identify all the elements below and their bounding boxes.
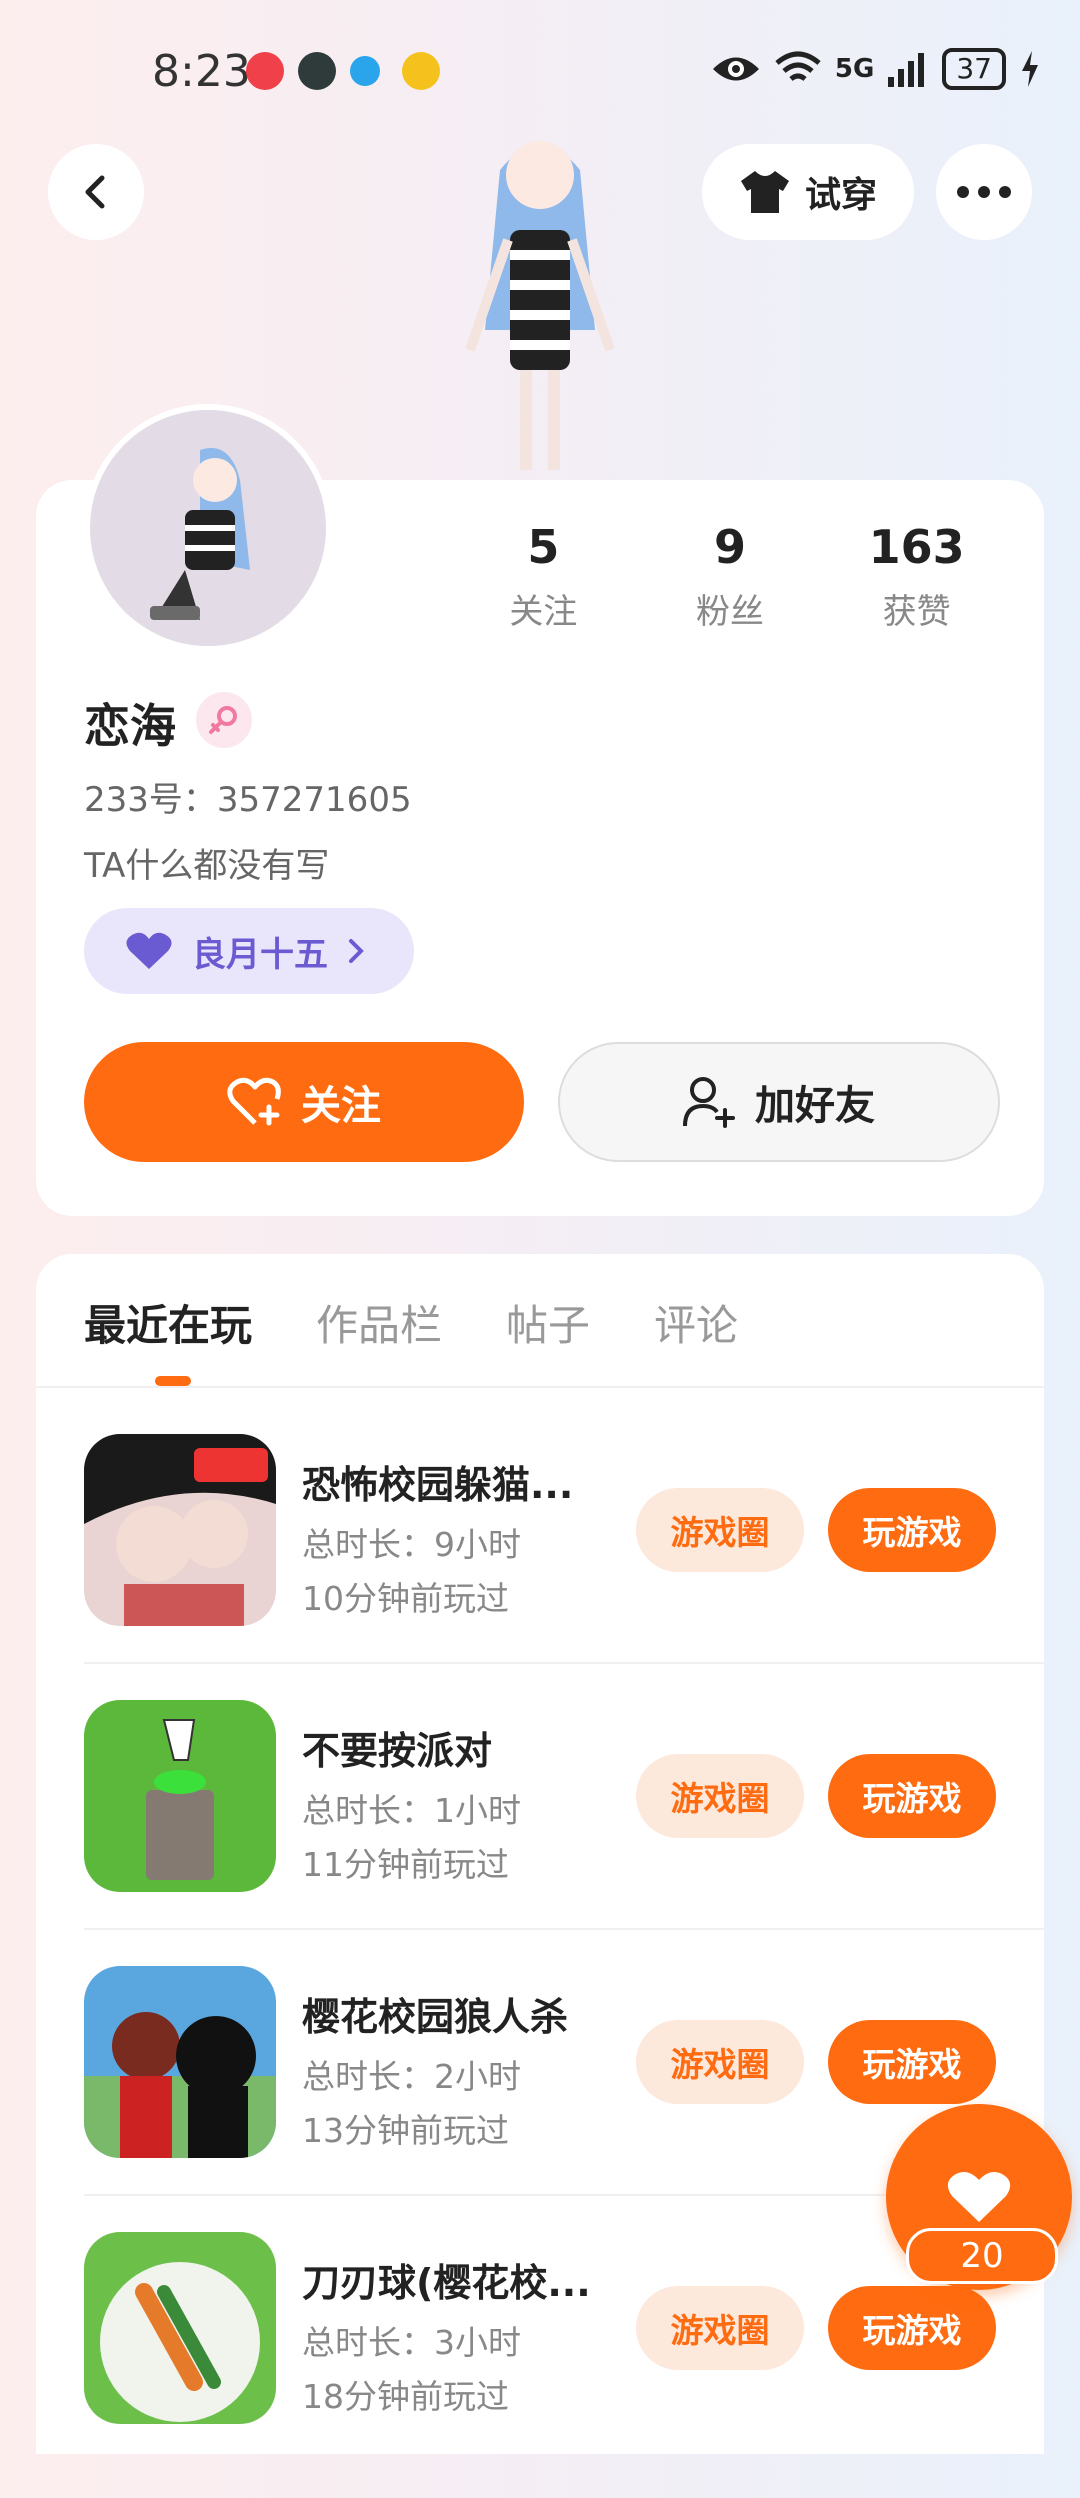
game-title: 不要按派对: [302, 1729, 493, 1773]
game-row[interactable]: 不要按派对 总时长：1小时 11分钟前玩过 游戏圈 玩游戏: [84, 1700, 1044, 1966]
like-count-badge: 20: [906, 2228, 1058, 2284]
tab-comments[interactable]: 评论: [654, 1292, 738, 1353]
game-title: 恐怖校园躲猫...: [302, 1463, 574, 1507]
female-icon: [196, 692, 252, 748]
profile-bio: TA什么都没有写: [84, 846, 330, 886]
game-last-played: 10分钟前玩过: [302, 1579, 509, 1618]
try-on-button[interactable]: 试穿: [702, 144, 914, 240]
heart-icon: [126, 932, 172, 969]
tab-indicator: [155, 1376, 191, 1386]
stat-following[interactable]: 5 关注: [450, 520, 637, 633]
add-friend-button[interactable]: 加好友: [558, 1042, 1000, 1162]
stat-value: 9: [714, 520, 747, 574]
play-game-button[interactable]: 玩游戏: [828, 1754, 996, 1838]
profile-name: 恋海: [84, 699, 176, 753]
stat-value: 163: [868, 520, 965, 574]
game-row[interactable]: 刀刃球(樱花校... 总时长：3小时 18分钟前玩过 游戏圈 玩游戏: [84, 2232, 1044, 2498]
divider: [84, 1662, 1044, 1664]
notification-app-icon: [350, 56, 380, 86]
shirt-icon: [740, 171, 789, 213]
game-circle-button[interactable]: 游戏圈: [636, 2286, 804, 2370]
play-game-button[interactable]: 玩游戏: [828, 1488, 996, 1572]
play-game-button[interactable]: 玩游戏: [828, 2286, 996, 2370]
game-title: 樱花校园狼人杀: [302, 1995, 569, 2039]
back-button[interactable]: [48, 144, 144, 240]
game-last-played: 18分钟前玩过: [302, 2377, 509, 2416]
avatar-3d-figure: [430, 130, 650, 480]
stat-followers[interactable]: 9 粉丝: [637, 520, 824, 633]
status-bar: 8:23 5G 37: [0, 0, 1080, 140]
game-icon[interactable]: [84, 1700, 276, 1892]
divider: [36, 1386, 1044, 1388]
game-icon[interactable]: [84, 2232, 276, 2424]
signal-icon: [888, 53, 925, 87]
notification-app-icon: [246, 52, 284, 90]
divider: [84, 1928, 1044, 1930]
stat-label: 获赞: [882, 592, 951, 632]
game-row[interactable]: 恐怖校园躲猫... 总时长：9小时 10分钟前玩过 游戏圈 玩游戏: [84, 1434, 1044, 1700]
network-type: 5G: [834, 54, 875, 84]
game-duration: 总时长：9小时: [302, 1525, 521, 1564]
game-title: 刀刃球(樱花校...: [302, 2261, 591, 2305]
game-icon[interactable]: [84, 1434, 276, 1626]
game-last-played: 13分钟前玩过: [302, 2111, 509, 2150]
game-circle-button[interactable]: 游戏圈: [636, 1754, 804, 1838]
add-friend-label: 加好友: [755, 1083, 875, 1129]
chevron-left-icon: [85, 175, 105, 209]
stat-value: 5: [527, 520, 560, 574]
follow-label: 关注: [301, 1083, 381, 1129]
notification-app-icon: [402, 52, 440, 90]
tab-posts[interactable]: 帖子: [506, 1292, 590, 1353]
status-time: 8:23: [152, 46, 251, 97]
tab-works[interactable]: 作品栏: [316, 1292, 442, 1353]
heart-icon: [947, 2172, 1011, 2222]
heart-plus-icon: [227, 1077, 281, 1126]
game-duration: 总时长：1小时: [302, 1791, 521, 1830]
chevron-right-icon: [349, 939, 364, 963]
game-circle-button[interactable]: 游戏圈: [636, 2020, 804, 2104]
profile-id: 233号：357271605: [84, 780, 412, 820]
wifi-icon: [775, 51, 821, 81]
try-on-label: 试穿: [804, 175, 877, 216]
profile-stats: 5 关注 9 粉丝 163 获赞: [450, 520, 1010, 633]
notification-app-icon: [298, 52, 336, 90]
game-circle-button[interactable]: 游戏圈: [636, 1488, 804, 1572]
tab-bar: 最近在玩 作品栏 帖子 评论: [84, 1292, 738, 1353]
tab-recent[interactable]: 最近在玩: [84, 1292, 252, 1353]
avatar[interactable]: [84, 404, 332, 652]
follow-button[interactable]: 关注: [84, 1042, 524, 1162]
battery-level: 37: [942, 48, 1006, 90]
game-icon[interactable]: [84, 1966, 276, 2158]
game-last-played: 11分钟前玩过: [302, 1845, 509, 1884]
game-duration: 总时长：2小时: [302, 2057, 521, 2096]
more-icon: [957, 186, 1011, 198]
game-duration: 总时长：3小时: [302, 2323, 521, 2362]
charging-icon: [1022, 51, 1038, 87]
relationship-tag-label: 良月十五: [192, 934, 328, 975]
stat-label: 关注: [509, 592, 578, 632]
more-button[interactable]: [936, 144, 1032, 240]
eye-icon: [712, 57, 759, 81]
play-game-button[interactable]: 玩游戏: [828, 2020, 996, 2104]
add-user-icon: [683, 1077, 735, 1128]
relationship-tag[interactable]: 良月十五: [84, 908, 414, 994]
stat-likes[interactable]: 163 获赞: [823, 520, 1010, 633]
stat-label: 粉丝: [696, 592, 764, 632]
